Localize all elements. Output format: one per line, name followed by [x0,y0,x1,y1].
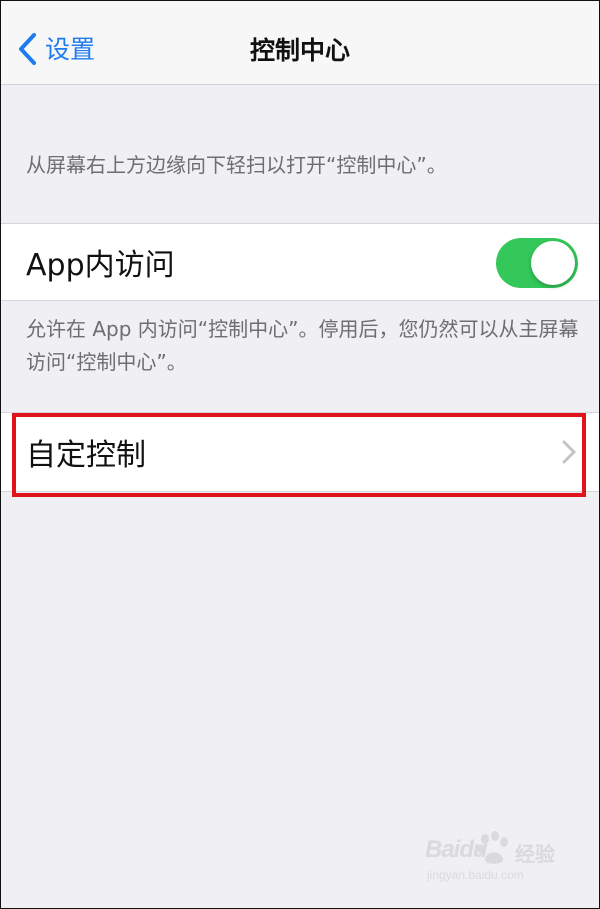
toggle-knob [531,241,575,285]
watermark: Baidu 经验 jingyan.baidu.com [425,828,565,888]
page-title: 控制中心 [249,36,350,65]
watermark-url: jingyan.baidu.com [427,868,524,882]
customize-controls-label: 自定控制 [26,438,146,473]
in-app-access-footer: 允许在 App 内访问“控制中心”。停用后，您仍然可以从主屏幕访问“控制中心”。 [26,317,579,374]
watermark-cn: 经验 [515,842,555,866]
in-app-access-row: App内访问 [1,223,599,301]
navigation-bar: 设置 控制中心 [1,1,599,85]
paw-logo-icon [475,830,511,866]
intro-description: 从屏幕右上方边缘向下轻扫以打开“控制中心”。 [26,153,447,177]
customize-controls-row[interactable]: 自定控制 [1,412,599,492]
in-app-access-toggle[interactable] [496,238,578,288]
in-app-access-label: App内访问 [26,248,175,283]
chevron-right-icon [561,439,577,465]
screen: 设置 控制中心 从屏幕右上方边缘向下轻扫以打开“控制中心”。 App内访问 允许… [0,0,600,909]
